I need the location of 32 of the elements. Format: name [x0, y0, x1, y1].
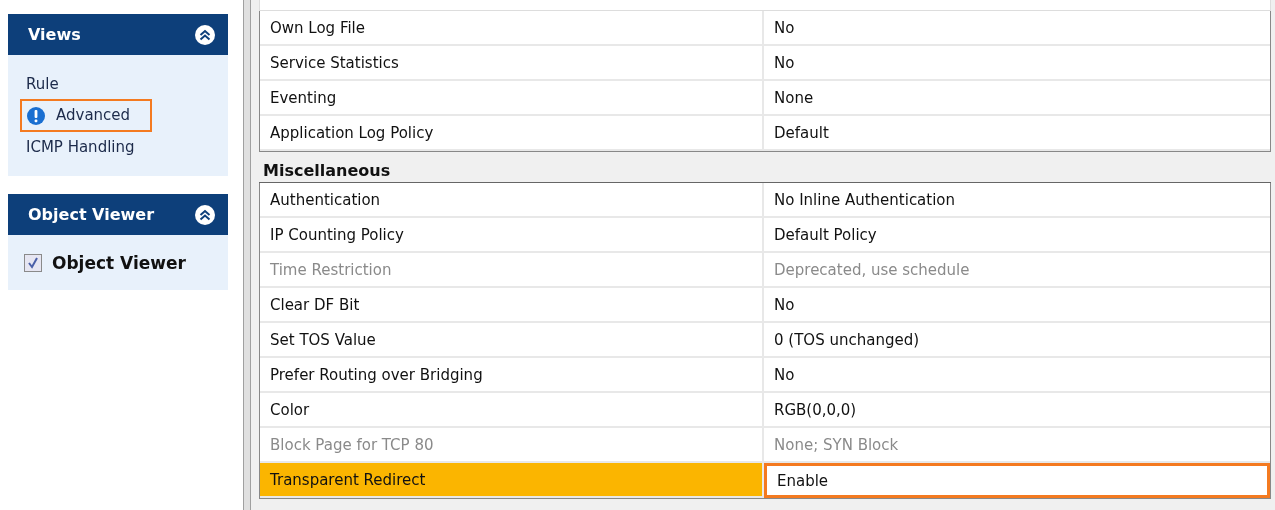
property-value[interactable]: 0 (TOS unchanged)	[764, 323, 1270, 358]
property-value[interactable]: No	[764, 288, 1270, 323]
property-value[interactable]: Enable	[764, 463, 1270, 498]
collapse-icon[interactable]	[194, 203, 216, 226]
property-value[interactable]: No	[764, 46, 1270, 81]
sidebar-item[interactable]: Rule	[20, 69, 65, 99]
property-name[interactable]: Eventing	[260, 81, 764, 116]
property-name[interactable]: IP Counting Policy	[260, 218, 764, 253]
property-name[interactable]: Authentication	[260, 183, 764, 218]
property-value[interactable]: No	[764, 358, 1270, 393]
panel-title: Object Viewer	[28, 205, 155, 224]
property-value[interactable]: Default	[764, 116, 1270, 151]
collapse-icon[interactable]	[194, 23, 216, 46]
sidebar-item[interactable]: Advanced	[20, 99, 153, 132]
sidebar-item[interactable]: ICMP Handling	[20, 132, 141, 162]
property-value[interactable]: No	[764, 11, 1270, 46]
property-value[interactable]: No Inline Authentication	[764, 183, 1270, 218]
property-name[interactable]: Application Log Policy	[260, 116, 764, 151]
property-name[interactable]: Clear DF Bit	[260, 288, 764, 323]
property-value[interactable]: None	[764, 81, 1270, 116]
property-name[interactable]: Set TOS Value	[260, 323, 764, 358]
property-name[interactable]: Service Statistics	[260, 46, 764, 81]
property-name[interactable]: Transparent Redirect	[260, 463, 764, 498]
info-icon	[26, 105, 46, 126]
panel-title: Views	[28, 25, 81, 44]
checkbox-label: Object Viewer	[52, 252, 186, 273]
checkbox[interactable]	[24, 253, 42, 272]
property-name[interactable]: Prefer Routing over Bridging	[260, 358, 764, 393]
property-name[interactable]: Color	[260, 393, 764, 428]
property-name[interactable]: Own Log File	[260, 11, 764, 46]
property-value[interactable]: RGB(0,0,0)	[764, 393, 1270, 428]
property-value[interactable]: Default Policy	[764, 218, 1270, 253]
